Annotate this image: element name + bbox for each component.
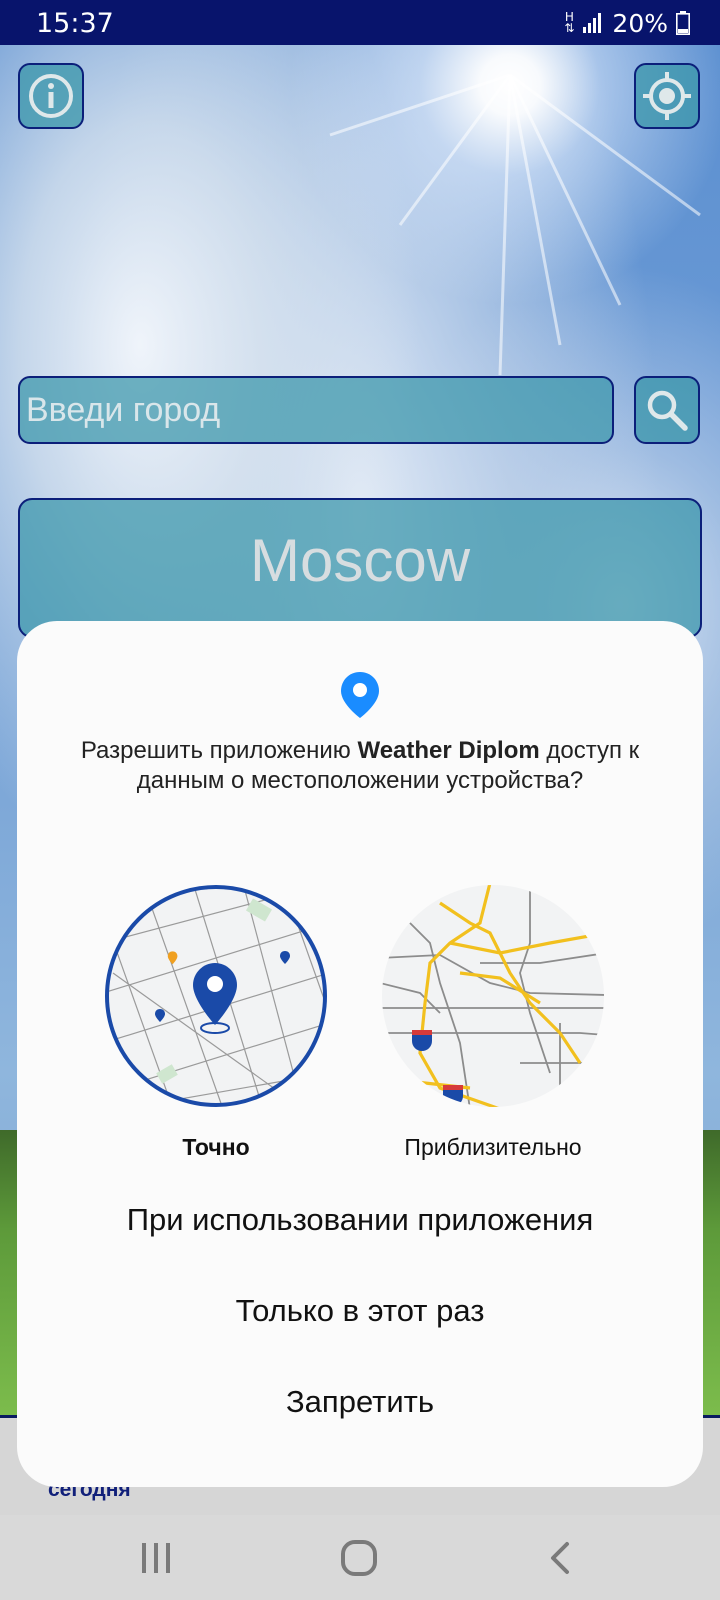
allow-only-this-time-button[interactable]: Только в этот раз (17, 1281, 703, 1341)
recents-icon[interactable] (138, 1541, 174, 1575)
locate-button[interactable] (634, 63, 700, 129)
city-search-input[interactable]: Введи город (18, 376, 614, 444)
approximate-option-label[interactable]: Приблизительно (380, 1134, 606, 1161)
battery-icon (676, 11, 690, 35)
approximate-location-option[interactable] (380, 883, 606, 1109)
allow-while-using-button[interactable]: При использовании приложения (17, 1190, 703, 1250)
signal-icon (583, 13, 602, 33)
info-icon (29, 74, 73, 118)
home-icon[interactable] (340, 1539, 378, 1577)
search-icon (647, 390, 688, 431)
deny-button[interactable]: Запретить (17, 1372, 703, 1432)
crosshair-icon (643, 72, 691, 120)
permission-question: Разрешить приложению Weather Diplom дост… (47, 736, 673, 796)
network-type-indicator: H ⇅ (564, 11, 575, 35)
info-button[interactable] (18, 63, 84, 129)
status-bar: 15:37 H ⇅ 20% (0, 0, 720, 45)
location-pin-icon (341, 672, 379, 718)
location-permission-dialog: Разрешить приложению Weather Diplom дост… (17, 621, 703, 1487)
data-arrows-icon: ⇅ (564, 21, 575, 35)
precise-option-label[interactable]: Точно (103, 1134, 329, 1161)
question-prefix: Разрешить приложению (80, 737, 358, 764)
status-time: 15:37 (36, 8, 114, 39)
search-button[interactable] (634, 376, 700, 444)
search-placeholder: Введи город (26, 390, 221, 429)
city-card: Moscow (18, 498, 702, 638)
status-indicators: H ⇅ 20% (564, 6, 690, 40)
precise-location-option[interactable] (103, 883, 329, 1109)
app-name: Weather Diplom (357, 737, 540, 764)
system-navigation-bar (0, 1515, 720, 1600)
battery-percent: 20% (612, 8, 668, 38)
city-name: Moscow (249, 527, 471, 594)
back-icon[interactable] (548, 1541, 572, 1575)
